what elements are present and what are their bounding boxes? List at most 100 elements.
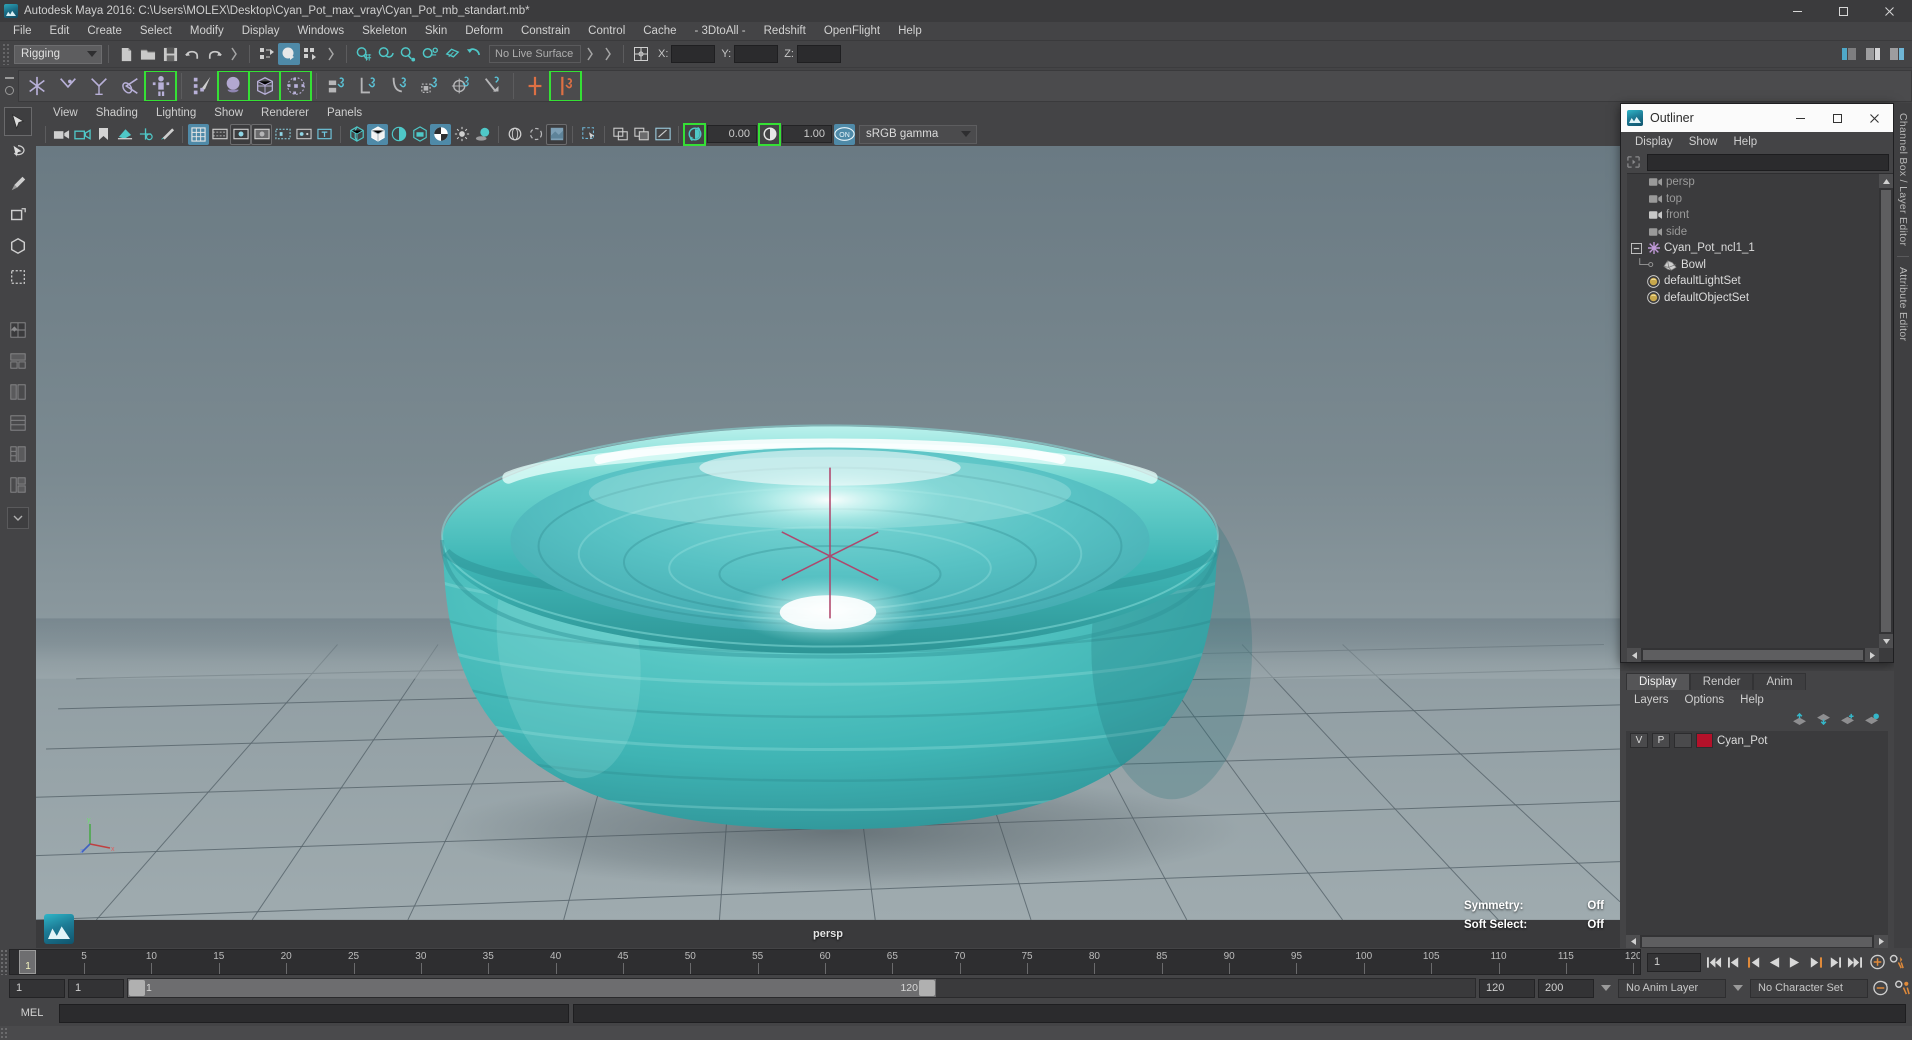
- gate-mask-icon[interactable]: [251, 123, 272, 145]
- menu-modify[interactable]: Modify: [181, 22, 233, 40]
- outliner-item-default-light-set[interactable]: defaultLightSet: [1627, 273, 1893, 290]
- quick-layout-four-view-button[interactable]: [4, 315, 32, 344]
- paint-selection-tool-button[interactable]: [4, 169, 32, 198]
- shelf-ik-spline-icon[interactable]: [83, 71, 114, 101]
- outliner-menu-display[interactable]: Display: [1627, 135, 1681, 149]
- exposure-display-icon[interactable]: [272, 124, 293, 145]
- scroll-right-arrow-icon[interactable]: [1865, 648, 1879, 662]
- outliner-item-top[interactable]: top: [1627, 191, 1893, 208]
- animation-end-time-input[interactable]: 200: [1538, 978, 1594, 998]
- smooth-shade-all-icon[interactable]: [367, 123, 388, 145]
- animation-preferences-button[interactable]: [1887, 951, 1906, 973]
- outliner-item-default-object-set[interactable]: defaultObjectSet: [1627, 290, 1893, 307]
- previous-key-button[interactable]: [1745, 951, 1764, 973]
- outliner-maximize-button[interactable]: [1819, 104, 1856, 132]
- layer-menu-help[interactable]: Help: [1732, 693, 1772, 707]
- select-camera-icon[interactable]: [51, 124, 72, 145]
- viewport-menu-view[interactable]: View: [44, 105, 87, 121]
- maximize-button[interactable]: [1820, 0, 1866, 22]
- playback-start-time-input[interactable]: 1: [68, 978, 124, 998]
- xray-icon[interactable]: [293, 124, 314, 145]
- hardware-texturing-icon[interactable]: [409, 124, 430, 145]
- play-forwards-button[interactable]: [1785, 951, 1804, 973]
- tab-anim[interactable]: Anim: [1753, 673, 1806, 690]
- scroll-left-arrow-icon[interactable]: [1626, 934, 1640, 948]
- range-slider-bar[interactable]: 1 120: [127, 978, 1476, 998]
- shelf-lattice-icon[interactable]: [248, 70, 281, 101]
- scroll-left-arrow-icon[interactable]: [1627, 648, 1641, 662]
- menu-set-dropdown[interactable]: Rigging: [14, 44, 102, 64]
- menu-select[interactable]: Select: [131, 22, 181, 40]
- menu-display[interactable]: Display: [233, 22, 289, 40]
- quick-layout-outliner-persp-button[interactable]: [4, 377, 32, 406]
- toolbar-collapse-arrow-3[interactable]: [581, 43, 599, 65]
- two-d-pan-zoom-icon[interactable]: [135, 124, 156, 145]
- create-layer-from-selected-icon[interactable]: [1864, 713, 1880, 725]
- command-language-label[interactable]: MEL: [9, 1007, 55, 1019]
- shelf-insert-joint-icon[interactable]: [114, 71, 145, 101]
- layer-hscroll-thumb[interactable]: [1642, 936, 1872, 947]
- gamma-toggle-icon[interactable]: [758, 122, 781, 146]
- menu-deform[interactable]: Deform: [456, 22, 512, 40]
- select-by-object-type-icon[interactable]: [278, 43, 300, 65]
- shelf-connect-joint-icon[interactable]: [549, 70, 582, 101]
- menu-help[interactable]: Help: [889, 22, 931, 40]
- outliner-item-bowl[interactable]: Bowl: [1627, 257, 1893, 274]
- go-to-start-button[interactable]: [1705, 951, 1724, 973]
- viewport-menu-shading[interactable]: Shading: [87, 105, 147, 121]
- wireframe-shading-icon[interactable]: [346, 124, 367, 145]
- outliner-search-input[interactable]: [1647, 153, 1889, 171]
- animation-preferences-icon[interactable]: [1893, 977, 1912, 999]
- shelf-cluster-icon[interactable]: [279, 70, 312, 101]
- time-slider[interactable]: 1 5 10 15 20 25 30 35 40 45 50 55 60 65 70 75 80 85 90 95 1…: [9, 949, 1641, 975]
- snap-to-view-planes-icon[interactable]: [441, 43, 463, 65]
- outliner-hscroll-thumb[interactable]: [1643, 650, 1863, 660]
- outliner-horizontal-scrollbar[interactable]: [1627, 648, 1879, 662]
- auto-keyframe-toggle-button[interactable]: [1868, 951, 1887, 973]
- play-backwards-button[interactable]: [1765, 951, 1784, 973]
- snap-to-curve-icon[interactable]: [375, 43, 397, 65]
- snap-to-point-icon[interactable]: [397, 43, 419, 65]
- current-frame-input[interactable]: 1: [1647, 952, 1701, 972]
- step-forward-button[interactable]: [1825, 951, 1844, 973]
- motion-blur-icon[interactable]: [525, 124, 546, 145]
- auto-key-toggle-icon[interactable]: [1871, 977, 1890, 999]
- anim-layer-chevron-icon[interactable]: [1601, 985, 1611, 991]
- color-management-dropdown[interactable]: sRGB gamma: [859, 124, 977, 144]
- open-scene-icon[interactable]: [137, 43, 159, 65]
- snap-to-grid-icon[interactable]: [353, 43, 375, 65]
- shelf-point-constraint-icon[interactable]: [353, 71, 384, 101]
- status-line-grip[interactable]: [2, 43, 10, 65]
- multisample-aa-icon[interactable]: [546, 123, 567, 145]
- undo-icon[interactable]: [181, 43, 203, 65]
- exposure-value-field[interactable]: 0.00: [707, 125, 757, 143]
- menu-file[interactable]: File: [4, 22, 41, 40]
- redo-icon[interactable]: [203, 43, 225, 65]
- shelf-joint-tool-icon[interactable]: [21, 71, 52, 101]
- viewport-menu-renderer[interactable]: Renderer: [252, 105, 318, 121]
- layer-list[interactable]: V P Cyan_Pot: [1626, 731, 1888, 948]
- range-slider-fill[interactable]: 1 120: [128, 979, 936, 997]
- playback-end-time-input[interactable]: 120: [1479, 978, 1535, 998]
- quick-layout-more-button[interactable]: [7, 507, 29, 529]
- shelf-quick-rig-icon[interactable]: [144, 70, 177, 101]
- layer-row[interactable]: V P Cyan_Pot: [1626, 731, 1888, 750]
- coord-x-input[interactable]: [671, 45, 716, 63]
- shelf-aim-constraint-icon[interactable]: [446, 71, 477, 101]
- time-slider-grip[interactable]: [0, 949, 9, 975]
- shelf-orient-constraint-icon[interactable]: [384, 71, 415, 101]
- image-plane-icon[interactable]: [114, 124, 135, 145]
- perspective-viewport[interactable]: persp Symmetry: Off Soft Select: Off y x…: [36, 146, 1620, 948]
- coord-y-input[interactable]: [734, 45, 779, 63]
- save-scene-icon[interactable]: [159, 43, 181, 65]
- select-by-hierarchy-icon[interactable]: [256, 43, 278, 65]
- text-display-icon[interactable]: [314, 124, 335, 145]
- outliner-menu-show[interactable]: Show: [1681, 135, 1726, 149]
- exposure-toggle-icon[interactable]: [683, 122, 706, 146]
- outliner-item-front[interactable]: front: [1627, 207, 1893, 224]
- quick-layout-hypergraph-button[interactable]: [4, 408, 32, 437]
- screen-space-ao-icon[interactable]: [504, 124, 525, 145]
- layer-type-toggle[interactable]: [1674, 733, 1692, 748]
- live-surface-field[interactable]: No Live Surface: [489, 45, 581, 63]
- layer-menu-layers[interactable]: Layers: [1626, 693, 1677, 707]
